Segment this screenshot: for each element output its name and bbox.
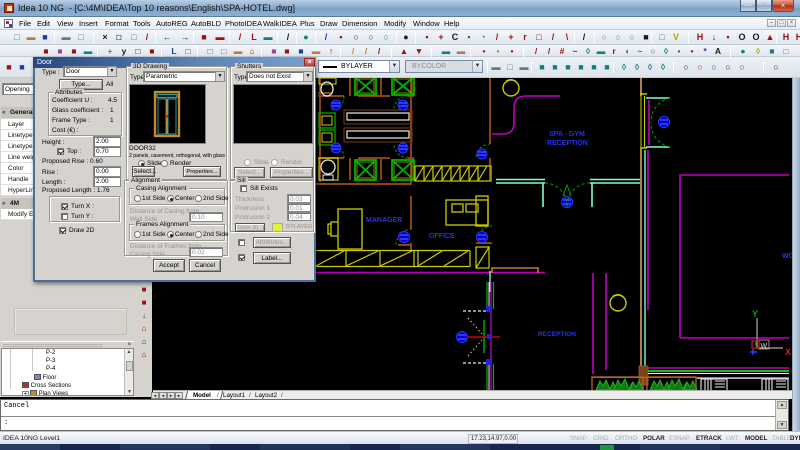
svg-text:RECEPTION: RECEPTION	[538, 331, 576, 338]
svg-text:RECEPTION: RECEPTION	[547, 140, 588, 147]
svg-text:W: W	[761, 343, 768, 350]
svg-text:OFFICE: OFFICE	[429, 233, 455, 240]
svg-text:MANAGER: MANAGER	[366, 217, 402, 224]
svg-text:WC: WC	[782, 253, 792, 260]
svg-text:X: X	[785, 347, 791, 357]
svg-text:Y: Y	[752, 309, 758, 319]
svg-text:SPA - GYM: SPA - GYM	[549, 131, 585, 138]
